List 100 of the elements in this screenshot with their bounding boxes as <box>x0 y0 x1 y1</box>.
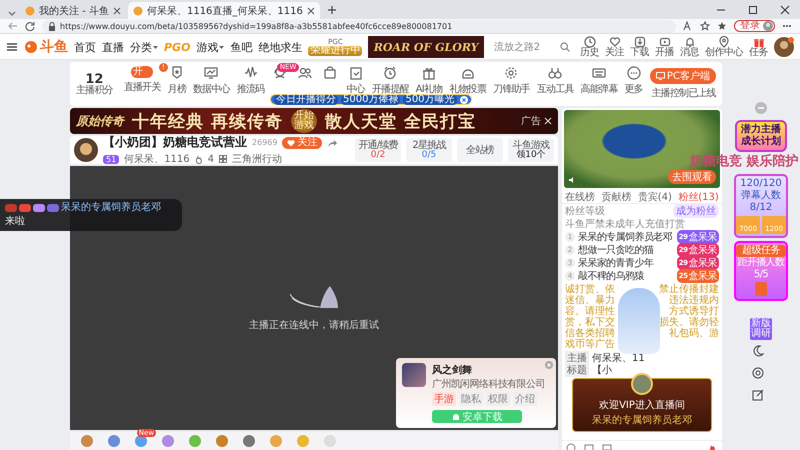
new-tab-icon[interactable] <box>326 4 338 16</box>
category-link[interactable]: 三角洲行动 <box>232 152 282 166</box>
gift-icon[interactable] <box>80 434 94 448</box>
gift-box-icon[interactable] <box>422 66 436 80</box>
gift-icon[interactable] <box>242 434 256 448</box>
video-icon <box>658 36 670 48</box>
lock-icon <box>48 22 56 30</box>
user-avatar[interactable] <box>774 37 794 57</box>
clipboard-icon[interactable] <box>348 66 363 80</box>
user-menu-item[interactable]: 任务 <box>749 36 768 58</box>
reload-icon[interactable] <box>25 21 35 31</box>
ranking-tab[interactable]: 在线榜 <box>565 190 596 204</box>
progress-value: 120/120 <box>740 178 782 190</box>
nav-link[interactable]: 游戏 <box>196 40 224 54</box>
target-icon[interactable] <box>752 367 764 379</box>
binoculars-icon[interactable] <box>548 66 562 80</box>
game-name: 风之剑舞 <box>432 363 473 377</box>
progress-metric: 弹幕人数 <box>741 190 781 202</box>
game-ad-banner[interactable]: 原始传奇 十年经典 再续传奇 开始游戏 散人天堂 全民打宝 广告 <box>70 108 558 134</box>
download-icon <box>634 36 646 48</box>
ranking-tab[interactable]: 粉丝(13) <box>678 190 719 204</box>
control-note: 主播控制已上线 <box>652 86 716 100</box>
vip-user: 呆呆的专属饲养员老邓 <box>592 414 692 427</box>
heart-icon <box>608 36 620 48</box>
back-icon[interactable] <box>8 21 18 31</box>
start-game-button[interactable]: 开始游戏 <box>290 109 317 133</box>
maximize-icon[interactable] <box>748 5 758 15</box>
user-menu-item[interactable]: 下载 <box>630 36 649 58</box>
ranking-tab[interactable]: 贵宾(4) <box>638 190 672 204</box>
browser-tab[interactable]: 何呆呆、1116直播_何呆呆、1116 <box>128 2 320 19</box>
nav-link[interactable]: 首页 <box>74 40 96 54</box>
tab-title: 何呆呆、1116直播_何呆呆、1116 <box>146 4 303 18</box>
notice-text: 损失。请勿轻 <box>659 317 719 328</box>
promo-title-card[interactable]: 潜力主播成长计划 <box>735 120 787 152</box>
bell-icon <box>684 36 696 48</box>
moon-icon[interactable] <box>752 345 764 357</box>
fire-icon[interactable] <box>708 442 718 450</box>
user-badge-icon <box>19 204 31 212</box>
chart-monitor-icon[interactable] <box>204 66 218 80</box>
info-value: 何呆呆、11 <box>592 352 645 364</box>
medal-icon[interactable] <box>170 66 184 80</box>
favorites-icon[interactable] <box>717 21 727 31</box>
share-icon[interactable] <box>327 138 338 148</box>
search-icon <box>560 42 570 52</box>
emoji-icon[interactable] <box>566 442 576 450</box>
gear-icon[interactable] <box>504 66 518 80</box>
stat-card[interactable]: 斗鱼游戏 领10个 <box>508 138 554 162</box>
ranking-tab[interactable]: 贡献榜 <box>601 190 632 204</box>
stat-card[interactable]: 开通/续费 0/2 <box>355 138 401 162</box>
fish-icon <box>24 40 38 54</box>
address-bar[interactable]: https://www.douyu.com/beta/10358956?dyshid=199a8f8a-a3b5581abfee40fc6cce89e800081701 <box>42 20 676 32</box>
nav-link[interactable]: 直播 <box>102 40 124 54</box>
keyboard-icon[interactable] <box>592 66 606 80</box>
nav-link[interactable]: 鱼吧 <box>230 40 252 54</box>
alarm-clock-icon[interactable] <box>383 66 398 80</box>
notice-text: 礼包码、游 <box>669 328 719 339</box>
notice-text: 戏币等广告 <box>565 339 615 350</box>
close-icon[interactable] <box>306 6 315 14</box>
browser-tab[interactable]: 我的关注 - 斗鱼 <box>20 2 126 19</box>
gift-icon[interactable] <box>107 434 121 448</box>
stat-card[interactable]: 2星挑战 0/5 <box>406 138 452 162</box>
chat-icon[interactable] <box>602 442 612 450</box>
user-menu-item[interactable]: 创作中心 <box>705 36 743 58</box>
avatar-frame <box>631 373 653 395</box>
site-favicon-icon <box>25 6 35 16</box>
user-menu-item[interactable]: 开播 <box>655 36 674 58</box>
user-menu-item[interactable]: 历史 <box>580 36 599 58</box>
volume-icon[interactable] <box>568 176 576 184</box>
gift-icon[interactable] <box>134 434 148 448</box>
fan-name: 呆呆的专属饲养员老邓 <box>578 230 674 244</box>
join-fan-button[interactable]: 成为粉丝 <box>673 204 719 218</box>
site-favicon-icon <box>132 6 143 16</box>
people-icon[interactable] <box>298 66 312 80</box>
waveform-icon[interactable] <box>244 66 258 80</box>
search-field[interactable]: 流放之路2 <box>490 37 574 57</box>
heart-icon <box>287 138 296 146</box>
read-aloud-icon[interactable] <box>683 21 693 31</box>
notice-text: 违法违规内 <box>669 295 719 306</box>
task-metric: 距开播人数 <box>737 257 784 269</box>
more-icon[interactable] <box>626 66 641 80</box>
nav-link[interactable]: 分类 <box>130 40 158 54</box>
ad-slogan: 散人天堂 全民打宝 <box>324 110 476 132</box>
fan-name: 想做一只贪吃的猫 <box>578 244 655 256</box>
close-icon[interactable] <box>112 6 121 14</box>
image-icon[interactable] <box>584 442 594 450</box>
menu-icon[interactable] <box>6 41 18 53</box>
score-value: 12 <box>85 72 104 86</box>
level-badge: 51 <box>103 154 120 164</box>
close-icon[interactable] <box>780 5 790 15</box>
purse-icon[interactable] <box>323 66 338 80</box>
survey-button[interactable]: 新版调研 <box>750 318 772 340</box>
gift-icon[interactable] <box>215 434 229 448</box>
star-icon[interactable] <box>700 21 710 31</box>
user-menu-item[interactable]: 关注 <box>605 36 624 58</box>
ad-banner[interactable]: ROAR OF GLORY <box>368 36 484 58</box>
edit-icon[interactable] <box>752 389 764 401</box>
nav-link[interactable]: 绝地求生 <box>258 40 302 54</box>
user-menu-item[interactable]: 消息 <box>680 36 699 58</box>
stat-card[interactable]: 全站榜 <box>457 138 503 162</box>
fan-name: 呆呆家的青青少年 <box>578 256 654 270</box>
